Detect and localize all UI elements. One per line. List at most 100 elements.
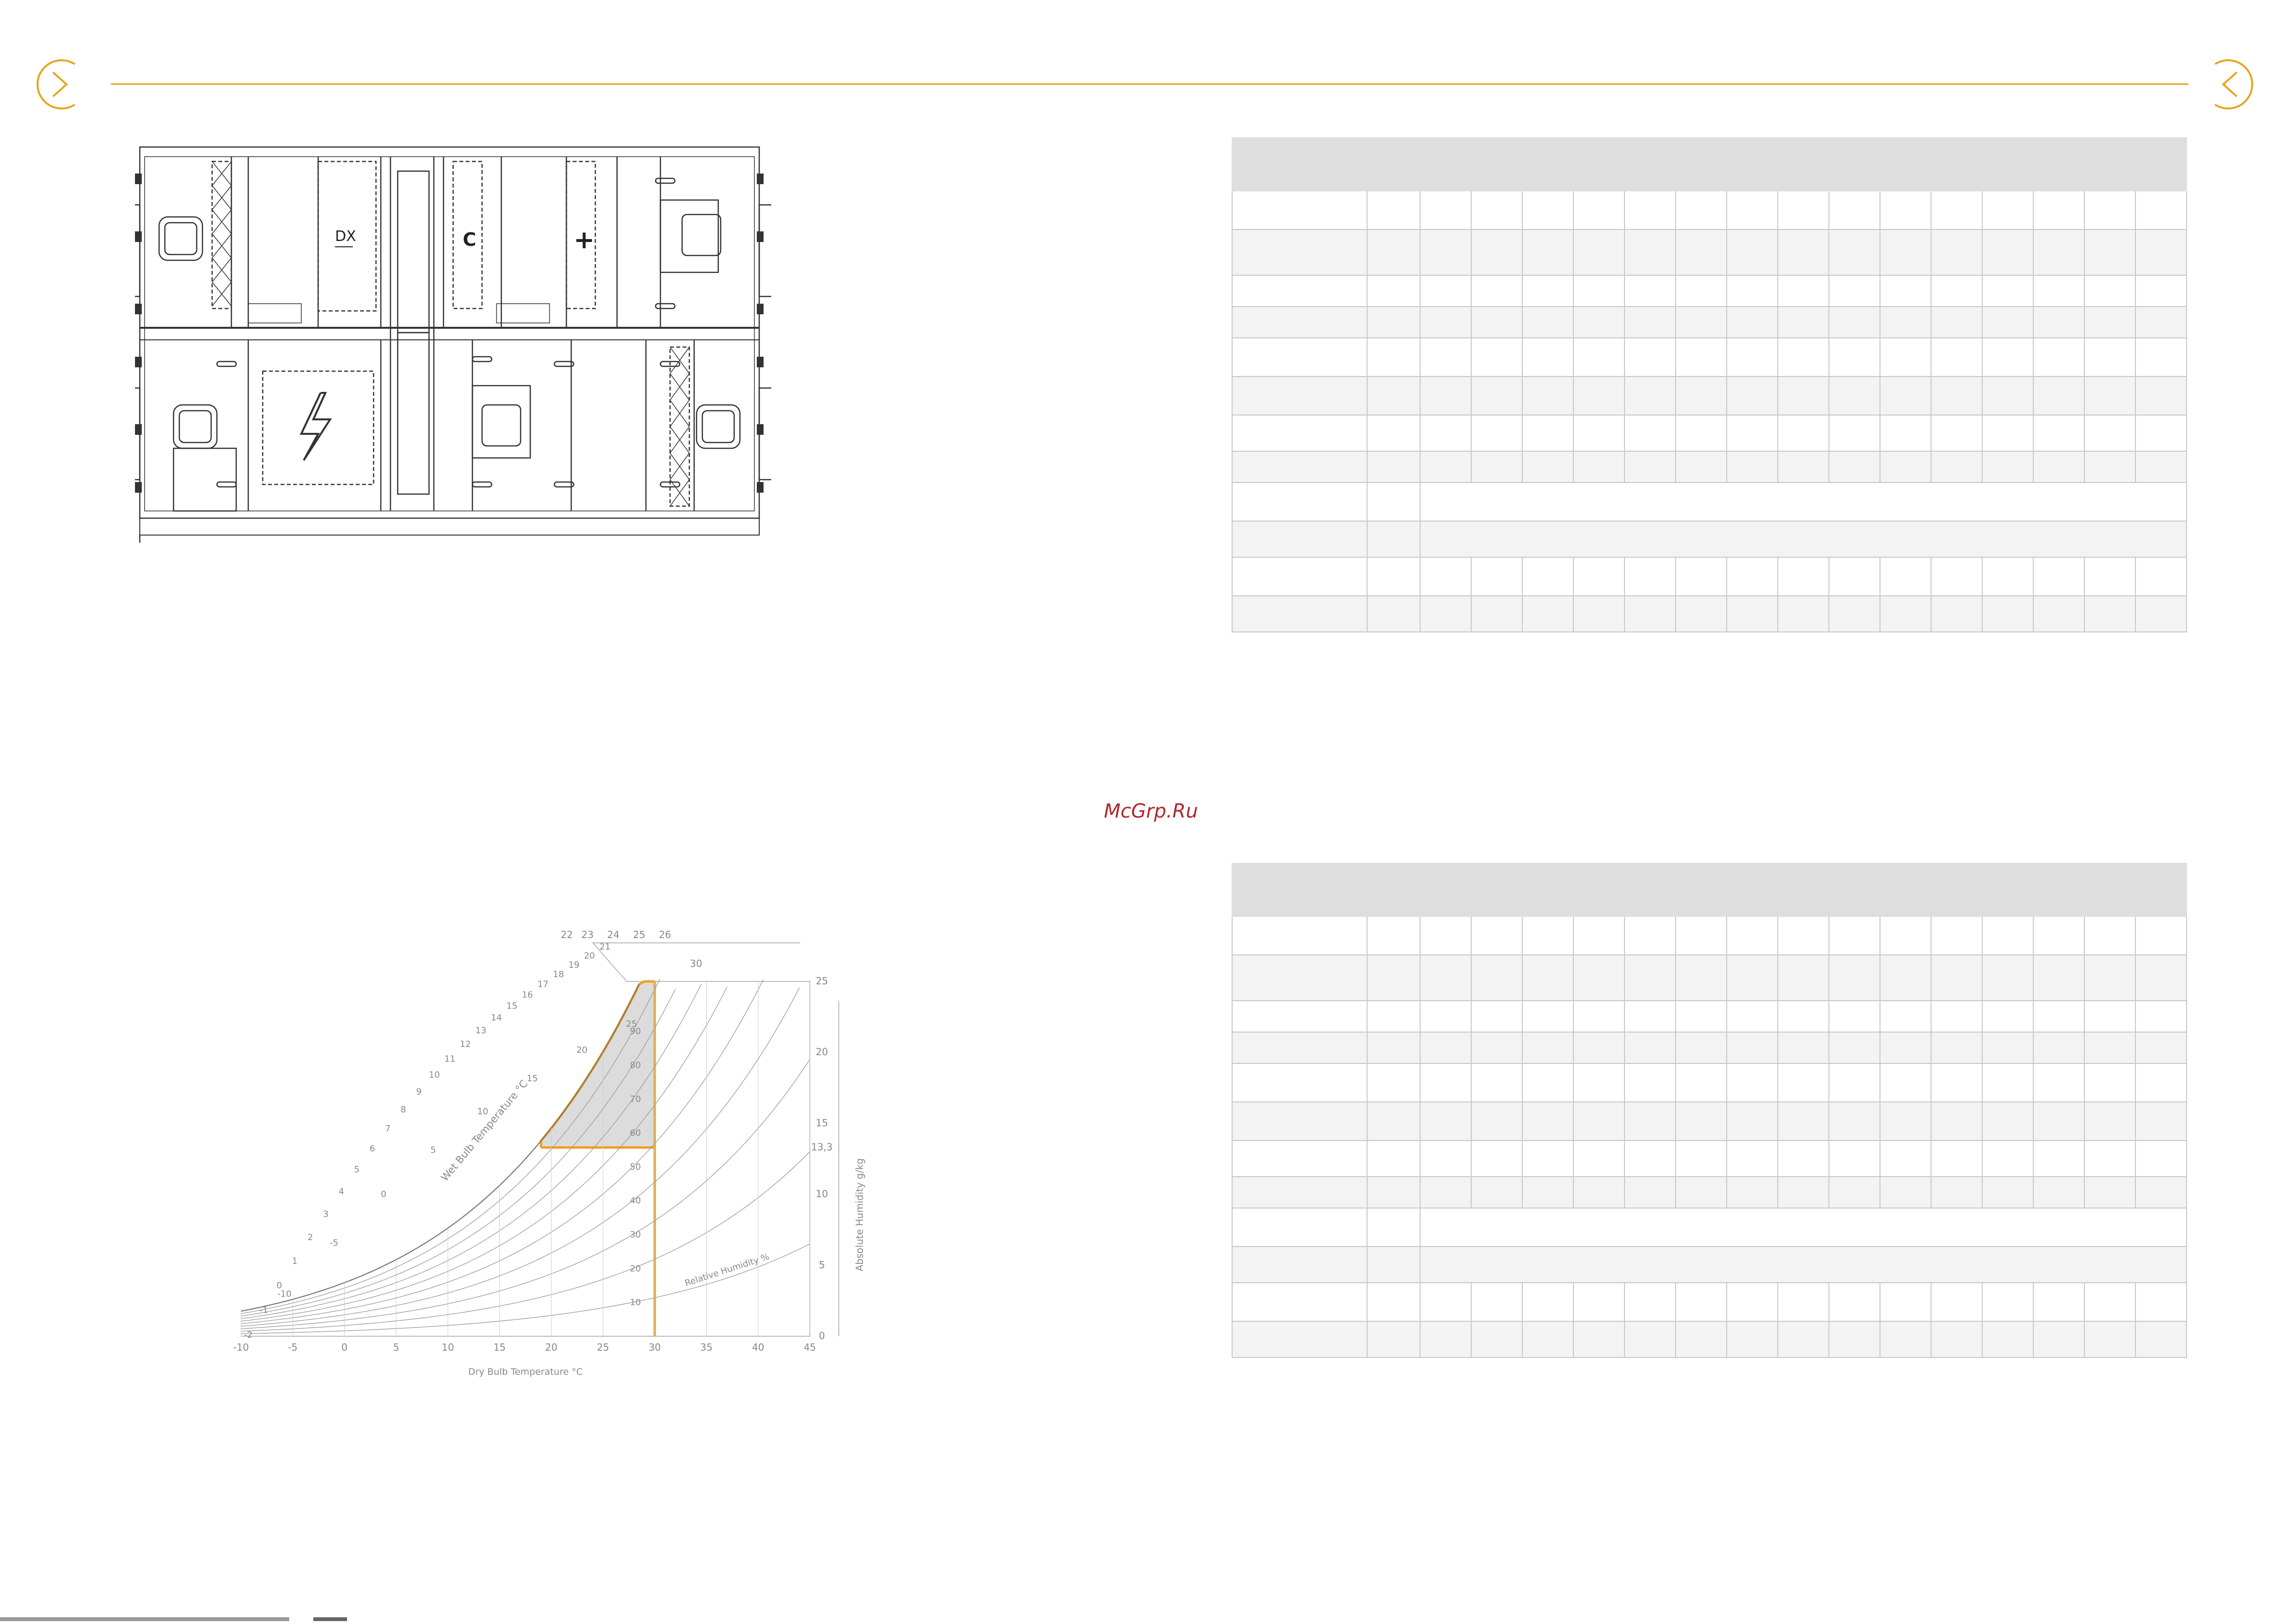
top-scale-label: 24 [607, 929, 619, 940]
table-cell [1522, 1063, 1574, 1102]
table-cell [1232, 190, 1368, 230]
table-cell [1573, 376, 1625, 416]
table-cell [1675, 1321, 1727, 1358]
table-cell [1420, 1282, 1472, 1322]
table-cell [1573, 1140, 1625, 1177]
chevron-left-circle-icon[interactable] [2203, 55, 2256, 113]
table-cell [1573, 595, 1625, 632]
table-header-cell [1982, 137, 2034, 191]
table-cell [1624, 954, 1676, 1001]
top-scale-label: 22 [561, 929, 573, 940]
table-cell [1931, 415, 1983, 452]
dx-coil-label: DX [335, 228, 356, 245]
table-cell [2033, 1282, 2085, 1322]
table-cell [1777, 916, 1829, 955]
x-tick-label: 30 [648, 1342, 660, 1353]
table-cell-merged [1420, 521, 2187, 558]
table-header-cell [1232, 137, 1368, 191]
y-tick-label: 13,3 [811, 1141, 833, 1153]
table-cell [1471, 1321, 1523, 1358]
table-cell [1828, 229, 1880, 276]
header-rule [111, 83, 2189, 85]
y-tick-label: 15 [816, 1117, 828, 1128]
table-cell [1726, 415, 1778, 452]
table-cell [1522, 229, 1574, 276]
table-cell [1982, 337, 2034, 377]
table-cell [1624, 275, 1676, 307]
x-tick-label: 20 [545, 1342, 557, 1353]
table-cell [2084, 1000, 2136, 1033]
table-cell [1471, 1282, 1523, 1322]
table-cell [1232, 376, 1368, 416]
table-cell [2084, 1321, 2136, 1358]
table-cell [1777, 1176, 1829, 1208]
table-cell [1367, 1000, 1421, 1033]
table-cell [1471, 557, 1523, 596]
table-cell [1675, 275, 1727, 307]
table-cell [1880, 595, 1932, 632]
wet-bulb-scale-label: -1 [259, 1305, 268, 1315]
wet-bulb-scale-label: 16 [522, 990, 533, 1000]
table-cell [1471, 954, 1523, 1001]
table-row [1232, 1140, 2187, 1177]
table-cell [1828, 595, 1880, 632]
table-row [1232, 229, 2187, 276]
table-cell [1624, 1101, 1676, 1141]
table-cell [1777, 190, 1829, 230]
table-cell [1522, 376, 1574, 416]
table-header-cell [1675, 137, 1727, 191]
table-cell [1880, 954, 1932, 1001]
table-cell [1232, 415, 1368, 452]
table-cell [1420, 1321, 1472, 1358]
table-cell [2033, 595, 2085, 632]
table-cell [2084, 1282, 2136, 1322]
table-header-cell [2084, 137, 2136, 191]
wet-bulb-scale-label: 13 [475, 1025, 486, 1035]
x-tick-label: 40 [752, 1342, 764, 1353]
table-cell [1573, 1282, 1625, 1322]
table-cell [1726, 557, 1778, 596]
y-tick-label: 20 [816, 1046, 828, 1058]
table-row [1232, 451, 2187, 483]
table-cell [1931, 1032, 1983, 1064]
table-cell-merged [1420, 1208, 2187, 1247]
table-cell [1367, 1208, 1421, 1247]
table-cell [1982, 229, 2034, 276]
table-cell [2135, 376, 2187, 416]
table-row [1232, 415, 2187, 452]
table-cell [1420, 306, 1472, 338]
rh-value-label: 40 [630, 1196, 641, 1206]
table-cell [1828, 376, 1880, 416]
table-header-cell [1522, 137, 1574, 191]
table-cell [1624, 229, 1676, 276]
x-tick-label: 0 [341, 1342, 348, 1353]
wet-bulb-scale-label: 4 [338, 1186, 344, 1196]
table-cell [1573, 1063, 1625, 1102]
table-cell [2033, 1176, 2085, 1208]
table-header-cell [1624, 137, 1676, 191]
table-cell-merged [1420, 1246, 2187, 1283]
table-cell [1624, 415, 1676, 452]
x-tick-label: 5 [393, 1342, 399, 1353]
table-cell [1777, 337, 1829, 377]
table-cell [1232, 451, 1368, 483]
table-cell [2084, 275, 2136, 307]
cooling-coil-label: C [463, 229, 476, 250]
table-cell [2033, 275, 2085, 307]
wet-bulb-title: Wet Bulb Temperature °C [439, 1078, 530, 1183]
table-cell [1982, 1176, 2034, 1208]
table-cell [1573, 1000, 1625, 1033]
table-cell [1828, 1282, 1880, 1322]
table-cell [1675, 1140, 1727, 1177]
table-cell [1828, 1063, 1880, 1102]
table-header-cell [1982, 863, 2034, 917]
table-cell [1471, 1000, 1523, 1033]
table-cell [1522, 1000, 1574, 1033]
table-cell [1828, 1140, 1880, 1177]
table-cell [1675, 306, 1727, 338]
table-cell [1675, 557, 1727, 596]
chevron-right-circle-icon[interactable] [34, 55, 87, 113]
table-cell [2033, 1140, 2085, 1177]
table-cell [1471, 916, 1523, 955]
table-cell [2135, 557, 2187, 596]
